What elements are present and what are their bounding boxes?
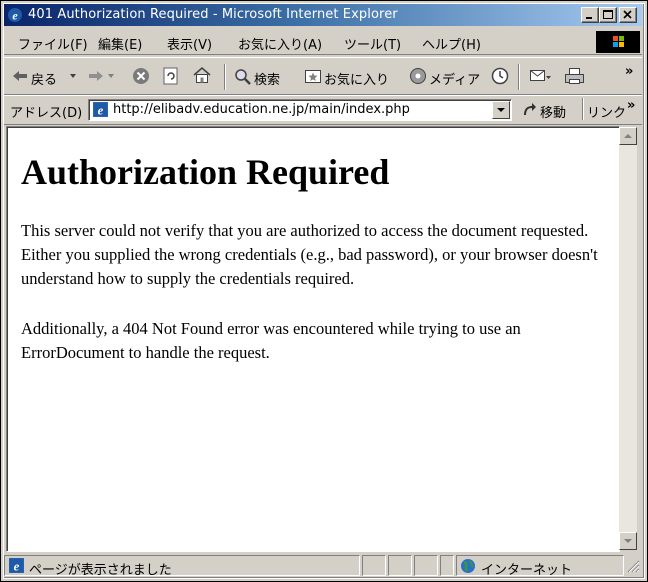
links-more-chevron[interactable]: »	[627, 98, 635, 113]
page-paragraph-1: This server could not verify that you ar…	[21, 221, 598, 288]
favorites-icon[interactable]	[304, 68, 322, 84]
maximize-icon	[603, 10, 613, 19]
menu-help[interactable]: ヘルプ(H)	[422, 34, 481, 53]
address-url[interactable]: http://elibadv.education.ne.jp/main/inde…	[113, 102, 410, 117]
address-bar: アドレス(D) e http://elibadv.education.ne.jp…	[4, 95, 642, 125]
internet-globe-icon	[461, 559, 475, 573]
windows-logo	[596, 31, 640, 53]
minimize-icon	[586, 17, 592, 19]
toolbar-more-chevron[interactable]: »	[625, 64, 633, 79]
address-dropdown-button[interactable]	[492, 101, 510, 119]
status-pane	[362, 555, 386, 576]
menu-favorites[interactable]: お気に入り(A)	[238, 34, 322, 53]
svg-text:e: e	[98, 103, 104, 117]
scroll-down-button[interactable]	[619, 532, 637, 550]
vertical-scrollbar[interactable]	[619, 127, 637, 550]
status-text: ページが表示されました	[29, 563, 172, 578]
status-main-pane: e ページが表示されました	[4, 555, 360, 578]
page-content: Authorization Required This server could…	[6, 126, 620, 552]
search-icon[interactable]	[234, 68, 252, 86]
page-status-icon: e	[9, 558, 24, 573]
mail-icon[interactable]	[528, 66, 552, 86]
status-pane	[414, 555, 438, 576]
menu-tools[interactable]: ツール(T)	[344, 34, 401, 53]
windows-flag-icon	[613, 36, 624, 47]
forward-dropdown-icon[interactable]	[108, 74, 116, 79]
status-pane	[440, 555, 454, 576]
go-button[interactable]: 移動	[540, 102, 566, 121]
title-bar[interactable]: e 401 Authorization Required - Microsoft…	[4, 4, 642, 26]
close-icon	[623, 10, 632, 19]
home-icon[interactable]	[192, 66, 212, 84]
page-ie-icon: e	[93, 102, 108, 117]
svg-text:e: e	[14, 559, 20, 573]
menu-file[interactable]: ファイル(F)	[18, 34, 88, 53]
menu-bar: ファイル(F) 編集(E) 表示(V) お気に入り(A) ツール(T) ヘルプ(…	[4, 28, 642, 55]
ie-logo-icon: e	[8, 8, 22, 23]
status-bar: e ページが表示されました インターネット	[4, 553, 642, 578]
page-heading: Authorization Required	[21, 152, 390, 192]
chevron-up-icon	[624, 134, 632, 138]
maximize-button[interactable]	[599, 7, 617, 23]
refresh-icon[interactable]	[162, 67, 180, 85]
security-zone-pane: インターネット	[456, 555, 624, 578]
address-input[interactable]: e http://elibadv.education.ne.jp/main/in…	[88, 99, 512, 121]
back-button[interactable]: 戻る	[31, 69, 57, 88]
toolbar-separator	[518, 64, 520, 90]
media-icon[interactable]	[408, 67, 428, 85]
window-title: 401 Authorization Required - Microsoft I…	[28, 7, 398, 22]
chevron-down-icon	[497, 108, 505, 112]
close-button[interactable]	[619, 7, 637, 23]
go-arrow-icon[interactable]	[521, 102, 537, 118]
page-paragraph-2: Additionally, a 404 Not Found error was …	[21, 319, 521, 362]
svg-text:e: e	[12, 9, 18, 23]
standard-toolbar: 戻る 検索 お気に入り メディア »	[4, 57, 642, 95]
status-pane	[388, 555, 412, 576]
back-arrow-icon[interactable]	[12, 69, 28, 83]
links-button[interactable]: リンク	[587, 102, 626, 121]
menu-edit[interactable]: 編集(E)	[98, 34, 142, 53]
history-icon[interactable]	[490, 67, 510, 85]
minimize-button[interactable]	[581, 7, 599, 23]
security-zone-label: インターネット	[481, 563, 573, 578]
forward-arrow-icon[interactable]	[88, 69, 104, 83]
stop-icon[interactable]	[132, 67, 150, 85]
back-dropdown-icon[interactable]	[70, 74, 78, 79]
address-separator	[582, 98, 584, 120]
menu-view[interactable]: 表示(V)	[167, 34, 212, 53]
chevron-down-icon	[624, 539, 632, 543]
scroll-up-button[interactable]	[619, 127, 637, 145]
resize-grip-icon[interactable]	[626, 559, 640, 573]
favorites-button[interactable]: お気に入り	[324, 69, 389, 88]
media-button[interactable]: メディア	[429, 69, 480, 88]
print-icon[interactable]	[564, 66, 586, 86]
search-button[interactable]: 検索	[254, 69, 280, 88]
toolbar-separator	[224, 64, 226, 90]
address-label: アドレス(D)	[10, 106, 83, 121]
